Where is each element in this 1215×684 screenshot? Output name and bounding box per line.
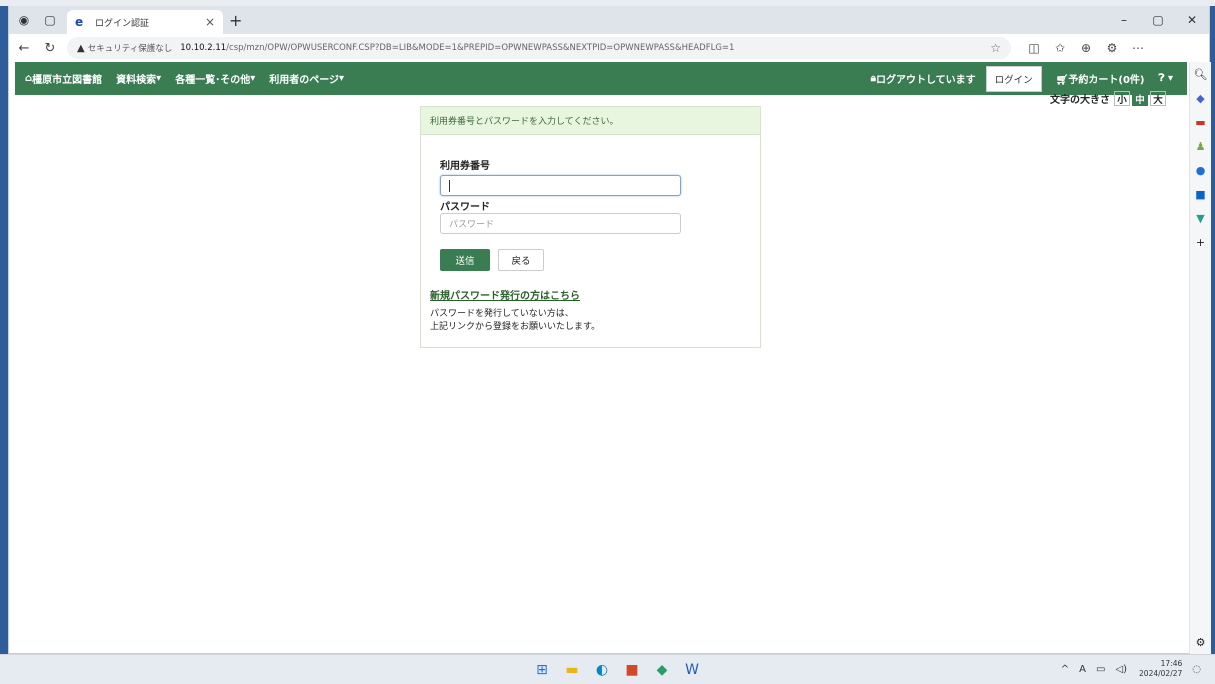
- password-note: パスワードを発行していない方は、 上記リンクから登録をお願いいたします。: [430, 308, 600, 334]
- tab-actions-icon[interactable]: ▢: [39, 9, 61, 31]
- close-window-icon[interactable]: ✕: [1175, 6, 1209, 34]
- cart-icon: 🛒︎: [1055, 75, 1069, 86]
- font-size-small[interactable]: 小: [1114, 91, 1130, 106]
- clock[interactable]: 17:46 2024/02/27: [1139, 659, 1182, 679]
- extensions-icon[interactable]: ⚙: [1099, 37, 1125, 59]
- lists-menu-label: 各種一覧･その他: [175, 75, 251, 86]
- new-password-link[interactable]: 新規パスワード発行の方はこちら: [430, 287, 580, 302]
- add-icon[interactable]: +: [1192, 230, 1210, 254]
- card-number-label: 利用券番号: [440, 161, 490, 172]
- taskbar: ⊞ ▬ ◐ ■ ◆ W ^ A ▭ ◁) 17:46 2024/02/27 ◌: [0, 654, 1215, 684]
- home-label: 橿原市立図書館: [32, 75, 103, 86]
- url-host: 10.10.2.11: [180, 43, 227, 53]
- site-nav-right: 🔒︎ ログアウトしています ログイン 🛒︎予約カート(0件) ❓︎ ▾: [871, 65, 1187, 92]
- volume-icon[interactable]: ◁): [1115, 664, 1127, 675]
- collections-icon[interactable]: ⊕: [1073, 37, 1099, 59]
- word-icon[interactable]: W: [680, 659, 704, 681]
- more-icon[interactable]: ⋯: [1125, 37, 1151, 59]
- outlook-icon[interactable]: ■: [1192, 182, 1210, 206]
- browser-toolbar: ◫ ✩ ⊕ ⚙ ⋯: [1021, 37, 1151, 59]
- login-instructions: 利用券番号とパスワードを入力してください。: [421, 107, 760, 135]
- maximize-icon[interactable]: ▢: [1141, 6, 1175, 34]
- cart-link[interactable]: 🛒︎予約カート(0件): [1056, 71, 1145, 86]
- app2-icon[interactable]: ◆: [650, 659, 674, 681]
- home-link[interactable]: ⌂ 橿原市立図書館: [25, 71, 102, 86]
- tools-icon[interactable]: ▬: [1192, 110, 1210, 134]
- favorites-icon[interactable]: ✩: [1047, 37, 1073, 59]
- card-number-input[interactable]: [440, 175, 681, 196]
- search-menu[interactable]: 資料検索 ▾: [116, 71, 161, 86]
- font-size-medium[interactable]: 中: [1132, 91, 1148, 106]
- security-label: セキュリティ保護なし: [87, 44, 173, 54]
- font-size-selector: 文字の大きさ 小 中 大: [1050, 91, 1166, 106]
- browser-sidebar: 🔍︎ ◆ ▬ ♟ ● ■ ▼ + ⚙: [1189, 62, 1211, 654]
- tab-close-icon[interactable]: ×: [205, 15, 215, 29]
- back-arrow-icon[interactable]: ←: [13, 37, 35, 59]
- font-size-label: 文字の大きさ: [1050, 95, 1110, 106]
- logout-status: ログアウトしています: [875, 75, 976, 86]
- ime-icon[interactable]: A: [1079, 664, 1086, 675]
- network-icon[interactable]: ▭: [1096, 664, 1105, 675]
- start-icon[interactable]: ⊞: [530, 659, 554, 681]
- search-menu-label: 資料検索: [116, 75, 157, 86]
- notification-icon[interactable]: ◌: [1192, 664, 1201, 675]
- tab-bar: ◉ ▢ e ログイン認証 × + – ▢ ✕: [9, 6, 1209, 34]
- warning-icon: ▲: [77, 42, 85, 54]
- shopping-tag-icon[interactable]: ◆: [1192, 86, 1210, 110]
- minimize-icon[interactable]: –: [1107, 6, 1141, 34]
- text-caret: [449, 179, 450, 192]
- address-bar[interactable]: ▲ セキュリティ保護なし 10.10.2.11 /csp/mzn/OPW/OPW…: [67, 37, 1011, 59]
- home-icon: ⌂: [25, 73, 33, 84]
- site-navigation: ⌂ 橿原市立図書館 資料検索 ▾ 各種一覧･その他 ▾ 利用者のページ ▾ 🔒︎…: [15, 62, 1187, 95]
- submit-button[interactable]: 送信: [440, 249, 490, 271]
- login-button[interactable]: ログイン: [985, 65, 1042, 92]
- app-icon[interactable]: ■: [620, 659, 644, 681]
- user-page-label: 利用者のページ: [269, 75, 340, 86]
- password-input[interactable]: パスワード: [440, 213, 681, 234]
- clock-date: 2024/02/27: [1139, 669, 1183, 678]
- system-tray: ^ A ▭ ◁) 17:46 2024/02/27 ◌: [1051, 659, 1201, 679]
- new-tab-button[interactable]: +: [229, 11, 242, 30]
- settings-icon[interactable]: ⚙: [1192, 630, 1210, 654]
- clock-time: 17:46: [1160, 659, 1183, 668]
- ie-favicon-icon: e: [75, 15, 84, 29]
- help-menu[interactable]: ❓︎ ▾: [1158, 73, 1173, 84]
- window-edge-left: [0, 6, 8, 654]
- cart-label: 予約カート(0件): [1068, 75, 1145, 86]
- profile-icon[interactable]: ◉: [13, 9, 35, 31]
- refresh-icon[interactable]: ↻: [39, 37, 61, 59]
- note-line-1: パスワードを発行していない方は、: [430, 309, 574, 319]
- browser-tab[interactable]: e ログイン認証 ×: [67, 10, 223, 34]
- taskbar-apps: ⊞ ▬ ◐ ■ ◆ W: [530, 659, 710, 681]
- address-row: ← ↻ ▲ セキュリティ保護なし 10.10.2.11 /csp/mzn/OPW…: [9, 34, 1209, 62]
- back-button[interactable]: 戻る: [498, 249, 544, 271]
- window-controls: – ▢ ✕: [1107, 6, 1209, 34]
- note-line-2: 上記リンクから登録をお願いいたします。: [430, 322, 601, 332]
- chevron-down-icon: ▾: [156, 73, 162, 84]
- drop-icon[interactable]: ▼: [1192, 206, 1210, 230]
- edge-icon[interactable]: ◐: [590, 659, 614, 681]
- lists-menu[interactable]: 各種一覧･その他 ▾: [175, 71, 255, 86]
- file-explorer-icon[interactable]: ▬: [560, 659, 584, 681]
- password-label: パスワード: [440, 202, 490, 213]
- people-icon[interactable]: ♟: [1192, 134, 1210, 158]
- font-size-large[interactable]: 大: [1150, 91, 1166, 106]
- chevron-down-icon: ▾: [250, 73, 256, 84]
- favorite-star-icon[interactable]: ☆: [990, 41, 1001, 55]
- split-screen-icon[interactable]: ◫: [1021, 37, 1047, 59]
- office-icon[interactable]: ●: [1192, 158, 1210, 182]
- login-card: 利用券番号とパスワードを入力してください。 利用券番号 パスワード パスワード …: [420, 106, 761, 348]
- tab-title: ログイン認証: [95, 18, 150, 29]
- tray-chevron-icon[interactable]: ^: [1061, 664, 1069, 675]
- chevron-down-icon: ▾: [339, 73, 345, 84]
- url-path: /csp/mzn/OPW/OPWUSERCONF.CSP?DB=LIB&MODE…: [226, 43, 735, 53]
- user-page-menu[interactable]: 利用者のページ ▾: [269, 71, 344, 86]
- search-icon[interactable]: 🔍︎: [1192, 62, 1210, 86]
